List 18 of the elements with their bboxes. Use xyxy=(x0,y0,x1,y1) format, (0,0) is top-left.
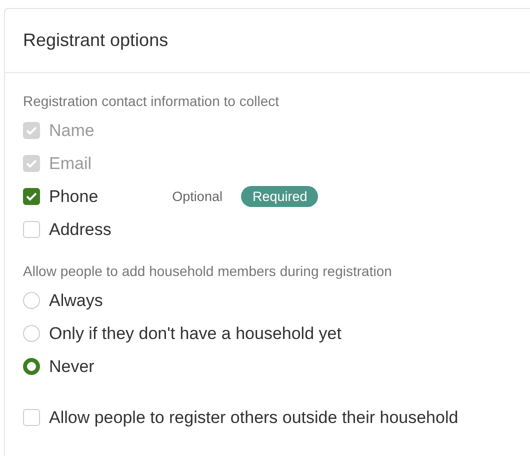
section-label: Allow people to add household members during registration xyxy=(23,263,393,279)
requirement-toggle[interactable]: Optional xyxy=(161,186,234,207)
checkbox[interactable] xyxy=(23,188,40,205)
card-title: Registrant options xyxy=(23,30,168,51)
checkbox-label: Email xyxy=(49,154,92,174)
check-icon xyxy=(26,192,37,201)
check-icon xyxy=(26,126,37,135)
radio-label: Never xyxy=(49,356,94,376)
radio-label: Always xyxy=(49,290,103,310)
checkbox-label: Name xyxy=(49,120,94,140)
checkbox-label: Address xyxy=(49,220,112,240)
checkbox-label: Allow people to register others outside their household xyxy=(49,408,458,428)
checkbox-label: Phone xyxy=(49,186,98,206)
section-label: Registration contact information to collect xyxy=(23,93,280,109)
check-icon xyxy=(26,159,37,168)
radio-button[interactable] xyxy=(23,358,40,375)
requirement-toggle[interactable]: Required xyxy=(241,186,318,207)
radio-label: Only if they don't have a household yet xyxy=(49,324,342,344)
